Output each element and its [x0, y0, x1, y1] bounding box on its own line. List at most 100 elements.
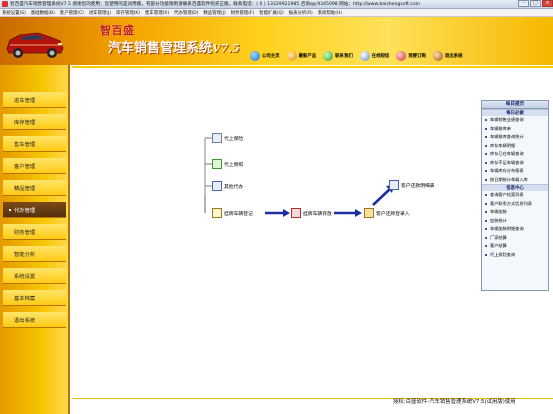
panel-link[interactable]: 客户联系方式信息列表 — [482, 200, 548, 209]
sidebar-item-label: 退出系统 — [14, 317, 36, 324]
toplink-contact[interactable]: 联系我们 — [323, 50, 353, 62]
panel-link[interactable]: 车辆移库单 — [482, 125, 548, 134]
bullet-icon — [485, 211, 487, 214]
box-icon — [364, 208, 374, 218]
panel-link-label: 加装统计 — [490, 217, 507, 223]
minimize-button[interactable]: - — [518, 0, 529, 7]
panel-link-label: 库存不足车辆查询 — [490, 159, 524, 165]
home-globe-icon — [250, 51, 260, 61]
flow-node-label: 挂牌车辆登记 — [224, 211, 253, 217]
sidebar-item-boutique[interactable]: 精品管理 — [3, 180, 66, 196]
sidebar-item-label: 精品管理 — [14, 185, 36, 192]
flow-node-label: 客户还牌登录入 — [376, 211, 410, 217]
panel-link[interactable]: 客户结算 — [482, 242, 548, 251]
tools-icon — [212, 181, 222, 191]
toplink-homepage[interactable]: 公司主页 — [250, 50, 280, 62]
header-banner: 智百盛 汽车销售管理系统V7.5 公司主页 最新产品 联系我们 在线短信 我要订… — [0, 17, 553, 65]
product-name: 汽车销售管理系统 — [108, 41, 213, 56]
panel-link-label: 查询客户档案列表 — [490, 192, 524, 197]
panel-link-label: 车辆移库单 — [490, 125, 511, 131]
menu-basic-data[interactable]: 基础数据(B) — [31, 10, 55, 16]
flow-node-register[interactable]: 挂牌车辆登记 — [212, 208, 253, 218]
toplink-label: 我要订购 — [408, 54, 426, 59]
menu-agency[interactable]: 代办管理(D) — [174, 10, 198, 16]
menu-boutique[interactable]: 精品管理(J) — [203, 10, 225, 16]
flow-node-insurance[interactable]: 代上保险 — [212, 133, 243, 143]
menu-help[interactable]: 系统帮助(H) — [318, 10, 342, 16]
menu-smart-ext[interactable]: 智能扩展(Q) — [259, 10, 283, 16]
sidebar-nav: 进车管理 库存管理 售车管理 客户管理 精品管理 代办管理 财务管理 智能分析 … — [0, 65, 70, 414]
sidebar-item-customer[interactable]: 客户管理 — [3, 158, 66, 174]
panel-link[interactable]: 车辆移库查询统计 — [482, 133, 548, 142]
panel-link[interactable]: 车辆加装明细查询 — [482, 225, 548, 234]
sidebar-item-inventory[interactable]: 库存管理 — [3, 114, 66, 130]
toplink-label: 在线短信 — [371, 54, 390, 59]
panel-link[interactable]: 库存已在车辆查询 — [482, 150, 548, 159]
sidebar-item-label: 售车管理 — [14, 141, 36, 148]
sidebar-item-finance[interactable]: 财务管理 — [3, 224, 66, 240]
sidebar-item-agency[interactable]: 代办管理 — [3, 202, 66, 218]
sidebar-item-sales[interactable]: 售车管理 — [3, 136, 66, 152]
toplink-label: 退出系统 — [444, 54, 463, 59]
menu-system[interactable]: 系统设置(S) — [2, 10, 26, 16]
document-green-icon — [212, 159, 222, 169]
menu-sales[interactable]: 售车管理(X) — [145, 10, 169, 16]
close-button[interactable]: × — [542, 0, 553, 7]
panel-link-label: 车辆移库查询统计 — [490, 134, 524, 139]
flow-node-return-report[interactable]: 客户还款明细表 — [389, 180, 435, 190]
flow-node-label: 代上牌照 — [224, 162, 244, 168]
sidebar-item-settings[interactable]: 系统设置 — [3, 268, 66, 284]
bullet-icon — [485, 194, 487, 197]
panel-section-title: 信息中心 — [482, 184, 548, 191]
panel-link[interactable]: 车辆销售业绩查询 — [482, 116, 548, 125]
toplink-label: 最新产品 — [298, 54, 317, 59]
panel-link[interactable]: 加装统计 — [482, 217, 548, 226]
top-links: 公司主页 最新产品 联系我们 在线短信 我要订购 退出系统 — [250, 50, 552, 62]
panel-link[interactable]: 代上保险查询 — [482, 251, 548, 260]
menu-finance[interactable]: 财务管理(F) — [231, 10, 255, 16]
toplink-label: 联系我们 — [335, 54, 353, 59]
flow-node-label: 客户还款明细表 — [401, 183, 435, 189]
car-logo-image — [6, 32, 64, 58]
version-label: V7.5 — [212, 42, 240, 55]
sidebar-item-label: 智能分析 — [14, 251, 36, 258]
sidebar-item-purchase[interactable]: 进车管理 — [3, 92, 66, 108]
flow-node-return-entry[interactable]: 客户还牌登录入 — [364, 208, 410, 218]
panel-link[interactable]: 库存车辆明细 — [482, 142, 548, 151]
menu-inventory[interactable]: 库存管理(K) — [116, 10, 140, 16]
sidebar-item-analysis[interactable]: 智能分析 — [3, 246, 66, 262]
maximize-button[interactable]: □ — [530, 0, 541, 7]
panel-link-label: 代上保险查询 — [490, 251, 516, 257]
toplink-order[interactable]: 我要订购 — [396, 50, 426, 62]
document-icon — [212, 133, 222, 143]
menu-purchase[interactable]: 进车管理(J) — [89, 10, 111, 16]
panel-link-label: 车辆销售业绩查询 — [490, 117, 524, 122]
panel-link[interactable]: 厂家结算 — [482, 234, 548, 243]
bullet-icon — [485, 153, 487, 156]
sidebar-item-label: 库存管理 — [14, 119, 36, 126]
menu-reports[interactable]: 报表分析(R) — [289, 10, 313, 16]
panel-link-label: 库存已在车辆查询 — [490, 151, 524, 156]
panel-link[interactable]: 库存不足车辆查询 — [482, 159, 548, 168]
toplink-sms[interactable]: 在线短信 — [359, 50, 390, 62]
exit-icon — [432, 51, 443, 61]
panel-link-label: 车辆加装 — [490, 209, 507, 214]
panel-link[interactable]: 车辆库存分布报表 — [482, 167, 548, 176]
flow-node-plates[interactable]: 代上牌照 — [212, 159, 243, 169]
panel-link[interactable]: 车辆加装 — [482, 208, 548, 217]
bullet-icon — [485, 253, 487, 256]
sidebar-item-exit[interactable]: 退出系统 — [3, 312, 66, 328]
panel-link[interactable]: 查询客户档案列表 — [482, 191, 548, 200]
panel-link[interactable]: 按日期统计车辆入库 — [482, 176, 548, 185]
toplink-exit[interactable]: 退出系统 — [432, 50, 463, 62]
sidebar-item-label: 进车管理 — [14, 97, 36, 104]
sidebar-item-archive[interactable]: 基本档案 — [3, 290, 66, 306]
bullet-icon — [485, 236, 487, 239]
flow-node-other[interactable]: 其他代办 — [212, 181, 243, 191]
cabinet-icon — [291, 208, 301, 218]
bullet-icon — [485, 127, 487, 130]
window-titlebar: 智百盛汽车销售管理系统V7.5 感谢您的使用：您使用的是试用版，有部分功能限制请… — [0, 0, 553, 9]
menu-customer[interactable]: 客户管理(C) — [60, 10, 84, 16]
toplink-new-products[interactable]: 最新产品 — [286, 50, 317, 62]
flow-node-storage[interactable]: 挂牌车辆存放 — [291, 208, 332, 218]
